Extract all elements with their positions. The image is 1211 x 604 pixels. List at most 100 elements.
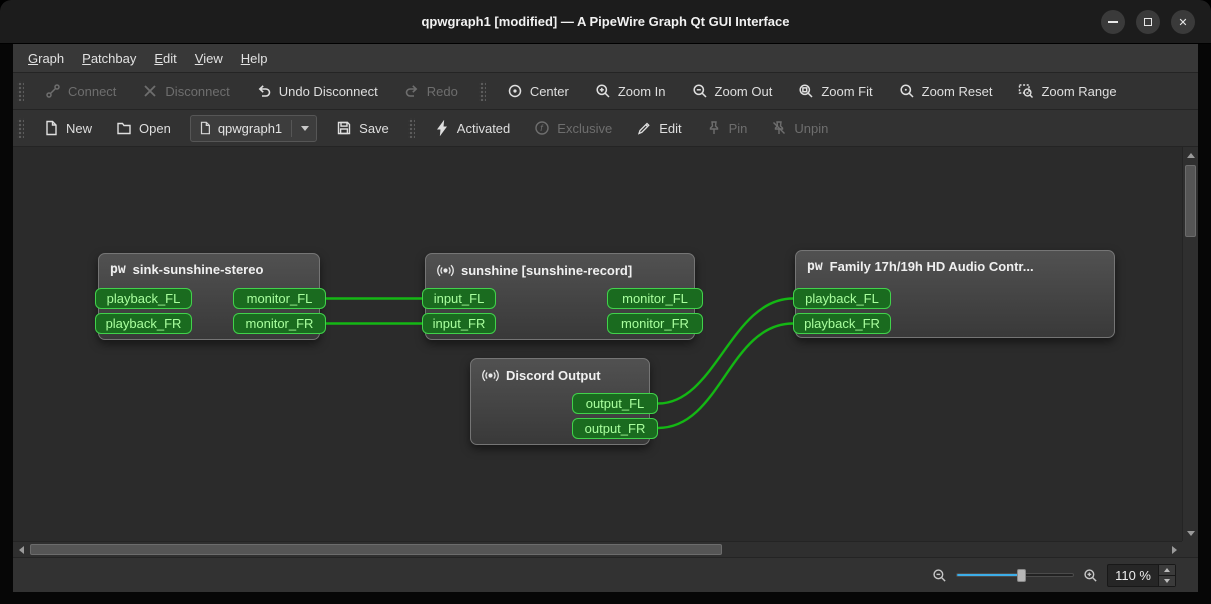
scroll-up-button[interactable]: [1183, 147, 1199, 163]
node-header: Discord Output: [471, 359, 649, 388]
disconnect-icon: [144, 85, 157, 97]
connect-button[interactable]: Connect: [40, 79, 121, 103]
menu-edit[interactable]: Edit: [145, 47, 185, 70]
new-file-icon: [46, 120, 57, 136]
undo-icon: [258, 85, 271, 97]
graph-toolbar: Connect Disconnect Undo Disconnect Redo …: [13, 73, 1198, 110]
window-controls: ✕: [1101, 10, 1195, 34]
zoom-slider-thumb[interactable]: [1017, 569, 1027, 582]
window-frame: Graph Patchbay Edit View Help Connect Di…: [0, 44, 1211, 604]
scroll-left-button[interactable]: [13, 542, 29, 558]
minimize-button[interactable]: [1101, 10, 1125, 34]
unpin-button[interactable]: Unpin: [766, 116, 833, 140]
zoom-fit-button[interactable]: Zoom Fit: [793, 79, 877, 103]
menu-help[interactable]: Help: [232, 47, 277, 70]
port-monitor-fl[interactable]: monitor_FL: [233, 288, 326, 309]
spin-buttons: [1158, 564, 1175, 586]
scroll-right-button[interactable]: [1166, 542, 1182, 558]
zoom-slider-track[interactable]: [956, 573, 1075, 577]
close-button[interactable]: ✕: [1171, 10, 1195, 34]
port-playback-fr[interactable]: playback_FR: [95, 313, 192, 334]
activated-button[interactable]: Activated: [429, 116, 515, 140]
patchbay-toolbar: New Open qpwgraph1 Save Activated f Excl…: [13, 110, 1198, 147]
undo-disconnect-button[interactable]: Undo Disconnect: [251, 79, 383, 103]
app-window: qpwgraph1 [modified] — A PipeWire Graph …: [0, 0, 1211, 604]
save-button[interactable]: Save: [331, 116, 394, 140]
horizontal-scrollbar-thumb[interactable]: [30, 544, 722, 555]
port-monitor-fr[interactable]: monitor_FR: [233, 313, 326, 334]
disconnect-button[interactable]: Disconnect: [137, 79, 234, 103]
minimize-icon: [1108, 21, 1118, 23]
toolbar-handle[interactable]: [17, 118, 24, 138]
menu-patchbay[interactable]: Patchbay: [73, 47, 145, 70]
edit-button[interactable]: Edit: [631, 116, 686, 140]
patchbay-profile-dropdown[interactable]: qpwgraph1: [189, 114, 318, 142]
vertical-scrollbar[interactable]: [1182, 147, 1198, 541]
edit-pencil-icon: [638, 122, 650, 135]
toolbar-handle[interactable]: [17, 81, 24, 101]
audio-record-icon: [437, 264, 454, 277]
toolbar-handle[interactable]: [407, 118, 415, 138]
center-button[interactable]: Center: [502, 79, 574, 103]
port-output-fl[interactable]: output_FL: [572, 393, 658, 414]
exclusive-button[interactable]: f Exclusive: [529, 116, 617, 140]
scroll-down-button[interactable]: [1183, 525, 1199, 541]
zoom-in-icon: [596, 84, 610, 98]
open-button[interactable]: Open: [111, 116, 176, 140]
graph-canvas-area: pw sink-sunshine-stereo sunshine [sunshi…: [13, 147, 1198, 558]
unpin-icon: [773, 121, 786, 134]
patchbay-file-icon: [200, 121, 210, 135]
port-input-fl[interactable]: input_FL: [422, 288, 496, 309]
node-title: sunshine [sunshine-record]: [461, 263, 633, 278]
pipewire-icon: pw: [110, 262, 126, 277]
zoom-range-button[interactable]: Zoom Range: [1013, 79, 1121, 103]
chevron-down-icon: [301, 125, 310, 131]
pin-button[interactable]: Pin: [701, 116, 753, 140]
redo-icon: [405, 85, 418, 97]
port-output-fr[interactable]: output_FR: [572, 418, 658, 439]
zoom-fit-icon: [799, 84, 813, 98]
node-header: pw sink-sunshine-stereo: [99, 254, 319, 281]
zoom-slider-fill: [957, 574, 1021, 576]
zoom-increment-button[interactable]: [1159, 564, 1175, 575]
zoom-reset-button[interactable]: Zoom Reset: [894, 79, 998, 103]
svg-text:f: f: [541, 123, 545, 133]
redo-button[interactable]: Redo: [399, 79, 463, 103]
port-playback-fr[interactable]: playback_FR: [793, 313, 891, 334]
zoom-out-button[interactable]: Zoom Out: [687, 79, 778, 103]
statusbar: 110 %: [13, 558, 1198, 592]
node-header: sunshine [sunshine-record]: [426, 254, 694, 283]
menu-graph[interactable]: Graph: [19, 47, 73, 70]
toolbar-handle[interactable]: [478, 81, 486, 101]
menubar: Graph Patchbay Edit View Help: [13, 44, 1198, 73]
pin-icon: [709, 121, 718, 134]
zoom-in-icon: [1084, 568, 1097, 582]
port-input-fr[interactable]: input_FR: [422, 313, 496, 334]
titlebar[interactable]: qpwgraph1 [modified] — A PipeWire Graph …: [0, 0, 1211, 44]
graph-canvas[interactable]: pw sink-sunshine-stereo sunshine [sunshi…: [13, 147, 1182, 541]
new-button[interactable]: New: [38, 116, 97, 140]
port-monitor-fl[interactable]: monitor_FL: [607, 288, 703, 309]
open-folder-icon: [117, 122, 131, 135]
node-title: Discord Output: [506, 368, 601, 383]
window-title: qpwgraph1 [modified] — A PipeWire Graph …: [421, 14, 790, 29]
scrollbar-corner: [1182, 541, 1198, 557]
zoom-spinbox[interactable]: 110 %: [1107, 563, 1176, 587]
zoom-in-mini-button[interactable]: [1083, 568, 1098, 583]
arrow-right-icon: [1171, 546, 1177, 554]
zoom-value[interactable]: 110 %: [1108, 565, 1158, 586]
port-monitor-fr[interactable]: monitor_FR: [607, 313, 703, 334]
zoom-in-button[interactable]: Zoom In: [590, 79, 671, 103]
horizontal-scrollbar[interactable]: [13, 541, 1182, 557]
dropdown-divider: [291, 119, 293, 137]
maximize-icon: [1144, 18, 1152, 26]
node-title: sink-sunshine-stereo: [132, 262, 264, 277]
zoom-decrement-button[interactable]: [1159, 574, 1175, 586]
vertical-scrollbar-thumb[interactable]: [1185, 165, 1196, 237]
zoom-slider[interactable]: [956, 567, 1075, 583]
port-playback-fl[interactable]: playback_FL: [95, 288, 192, 309]
zoom-out-mini-button[interactable]: [932, 568, 947, 583]
port-playback-fl[interactable]: playback_FL: [793, 288, 891, 309]
menu-view[interactable]: View: [186, 47, 232, 70]
maximize-button[interactable]: [1136, 10, 1160, 34]
